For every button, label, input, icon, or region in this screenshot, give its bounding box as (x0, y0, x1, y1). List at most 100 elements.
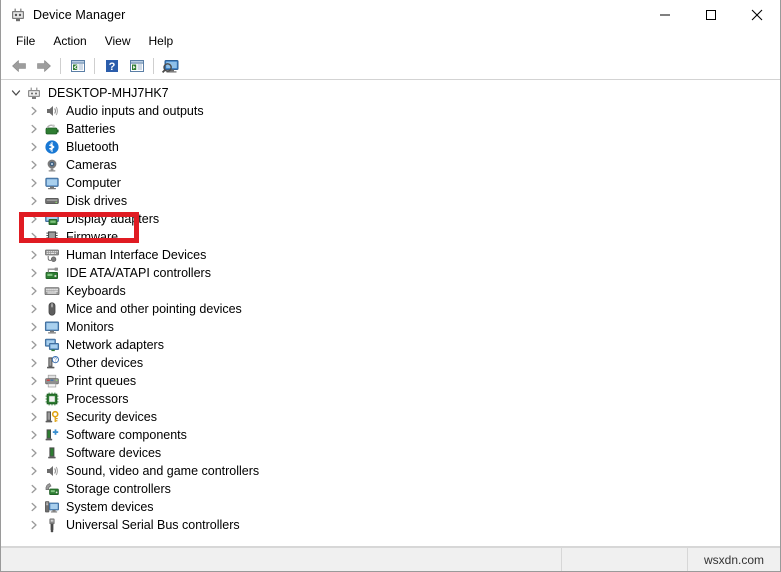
menu-item-file[interactable]: File (7, 32, 44, 51)
close-icon[interactable] (734, 0, 780, 30)
tree-bottom-divider (1, 546, 780, 547)
device-tree[interactable]: DESKTOP-MHJ7HK7 Audio inputs and outputs (1, 80, 780, 547)
printer-icon (43, 373, 60, 389)
battery-icon (43, 121, 60, 137)
chevron-right-icon[interactable] (27, 157, 41, 173)
chevron-right-icon[interactable] (27, 283, 41, 299)
monitor-icon (43, 319, 60, 335)
chevron-right-icon[interactable] (27, 265, 41, 281)
sound-controller-icon (43, 463, 60, 479)
chevron-down-icon[interactable] (9, 85, 23, 101)
speaker-icon (43, 103, 60, 119)
tree-item-label: Bluetooth (66, 140, 119, 154)
tree-item-computer[interactable]: Computer (1, 174, 780, 192)
tree-item-cameras[interactable]: Cameras (1, 156, 780, 174)
tree-item-system-devices[interactable]: System devices (1, 498, 780, 516)
tree-item-ide-ata-atapi-controllers[interactable]: IDE ATA/ATAPI controllers (1, 264, 780, 282)
tree-item-human-interface-devices[interactable]: Human Interface Devices (1, 246, 780, 264)
chevron-right-icon[interactable] (27, 121, 41, 137)
properties-icon[interactable] (124, 55, 149, 77)
svg-text:?: ? (108, 61, 115, 73)
tree-item-other-devices[interactable]: ? Other devices (1, 354, 780, 372)
chevron-right-icon[interactable] (27, 139, 41, 155)
storage-controller-icon (43, 481, 60, 497)
chevron-right-icon[interactable] (27, 193, 41, 209)
tree-item-monitors[interactable]: Monitors (1, 318, 780, 336)
software-component-icon (43, 427, 60, 443)
chevron-right-icon[interactable] (27, 301, 41, 317)
chevron-right-icon[interactable] (27, 175, 41, 191)
statusbar: wsxdn.com (1, 547, 780, 571)
tree-item-security-devices[interactable]: Security devices (1, 408, 780, 426)
computer-root-icon (25, 85, 42, 101)
tree-item-storage-controllers[interactable]: Storage controllers (1, 480, 780, 498)
chevron-right-icon[interactable] (27, 337, 41, 353)
tree-item-firmware[interactable]: Firmware (1, 228, 780, 246)
tree-item-label: Processors (66, 392, 129, 406)
tree-item-label: System devices (66, 500, 154, 514)
tree-item-audio-inputs-and-outputs[interactable]: Audio inputs and outputs (1, 102, 780, 120)
tree-item-label: Print queues (66, 374, 137, 388)
tree-item-label: Network adapters (66, 338, 164, 352)
processor-icon (43, 391, 60, 407)
tree-item-label: Universal Serial Bus controllers (66, 518, 240, 532)
back-icon[interactable] (6, 55, 31, 77)
tree-item-keyboards[interactable]: Keyboards (1, 282, 780, 300)
bluetooth-icon (43, 139, 60, 155)
titlebar: Device Manager (1, 0, 780, 30)
menu-item-action[interactable]: Action (44, 32, 95, 51)
chevron-right-icon[interactable] (27, 355, 41, 371)
chevron-right-icon[interactable] (27, 229, 41, 245)
tree-item-processors[interactable]: Processors (1, 390, 780, 408)
forward-icon[interactable] (31, 55, 56, 77)
tree-item-disk-drives[interactable]: Disk drives (1, 192, 780, 210)
tree-item-label: Human Interface Devices (66, 248, 207, 262)
tree-item-label: Mice and other pointing devices (66, 302, 242, 316)
tree-root-node[interactable]: DESKTOP-MHJ7HK7 (1, 84, 780, 102)
chevron-right-icon[interactable] (27, 373, 41, 389)
tree-item-software-devices[interactable]: Software devices (1, 444, 780, 462)
chevron-right-icon[interactable] (27, 391, 41, 407)
tree-item-label: Software devices (66, 446, 162, 460)
tree-item-mice-and-other-pointing-devices[interactable]: Mice and other pointing devices (1, 300, 780, 318)
scan-for-hardware-changes-icon[interactable] (158, 55, 183, 77)
hid-icon (43, 247, 60, 263)
tree-item-print-queues[interactable]: Print queues (1, 372, 780, 390)
chevron-right-icon[interactable] (27, 409, 41, 425)
tree-item-universal-serial-bus-controllers[interactable]: Universal Serial Bus controllers (1, 516, 780, 534)
security-device-icon (43, 409, 60, 425)
tree-item-batteries[interactable]: Batteries (1, 120, 780, 138)
chevron-right-icon[interactable] (27, 517, 41, 533)
tree-item-bluetooth[interactable]: Bluetooth (1, 138, 780, 156)
menu-item-help[interactable]: Help (140, 32, 183, 51)
chevron-right-icon[interactable] (27, 445, 41, 461)
chevron-right-icon[interactable] (27, 247, 41, 263)
tree-item-label: Other devices (66, 356, 144, 370)
svg-text:?: ? (54, 358, 57, 364)
chevron-right-icon[interactable] (27, 211, 41, 227)
tree-item-label: Sound, video and game controllers (66, 464, 260, 478)
device-manager-window: Device Manager File Action View Help ? D… (0, 0, 781, 572)
menu-item-view[interactable]: View (96, 32, 140, 51)
computer-icon (43, 175, 60, 191)
show-hide-console-tree-icon[interactable] (65, 55, 90, 77)
tree-item-sound-video-and-game-controllers[interactable]: Sound, video and game controllers (1, 462, 780, 480)
tree-item-display-adapters[interactable]: Display adapters (1, 210, 780, 228)
chevron-right-icon[interactable] (27, 481, 41, 497)
chevron-right-icon[interactable] (27, 103, 41, 119)
maximize-icon[interactable] (688, 0, 734, 30)
disk-drive-icon (43, 193, 60, 209)
chevron-right-icon[interactable] (27, 463, 41, 479)
tree-item-software-components[interactable]: Software components (1, 426, 780, 444)
tree-item-network-adapters[interactable]: Network adapters (1, 336, 780, 354)
keyboard-icon (43, 283, 60, 299)
chevron-right-icon[interactable] (27, 499, 41, 515)
tree-root-label: DESKTOP-MHJ7HK7 (48, 86, 169, 100)
other-device-icon: ? (43, 355, 60, 371)
chevron-right-icon[interactable] (27, 427, 41, 443)
help-icon[interactable]: ? (99, 55, 124, 77)
minimize-icon[interactable] (642, 0, 688, 30)
tree-item-label: Software components (66, 428, 187, 442)
statusbar-middle-segment (562, 548, 687, 571)
chevron-right-icon[interactable] (27, 319, 41, 335)
